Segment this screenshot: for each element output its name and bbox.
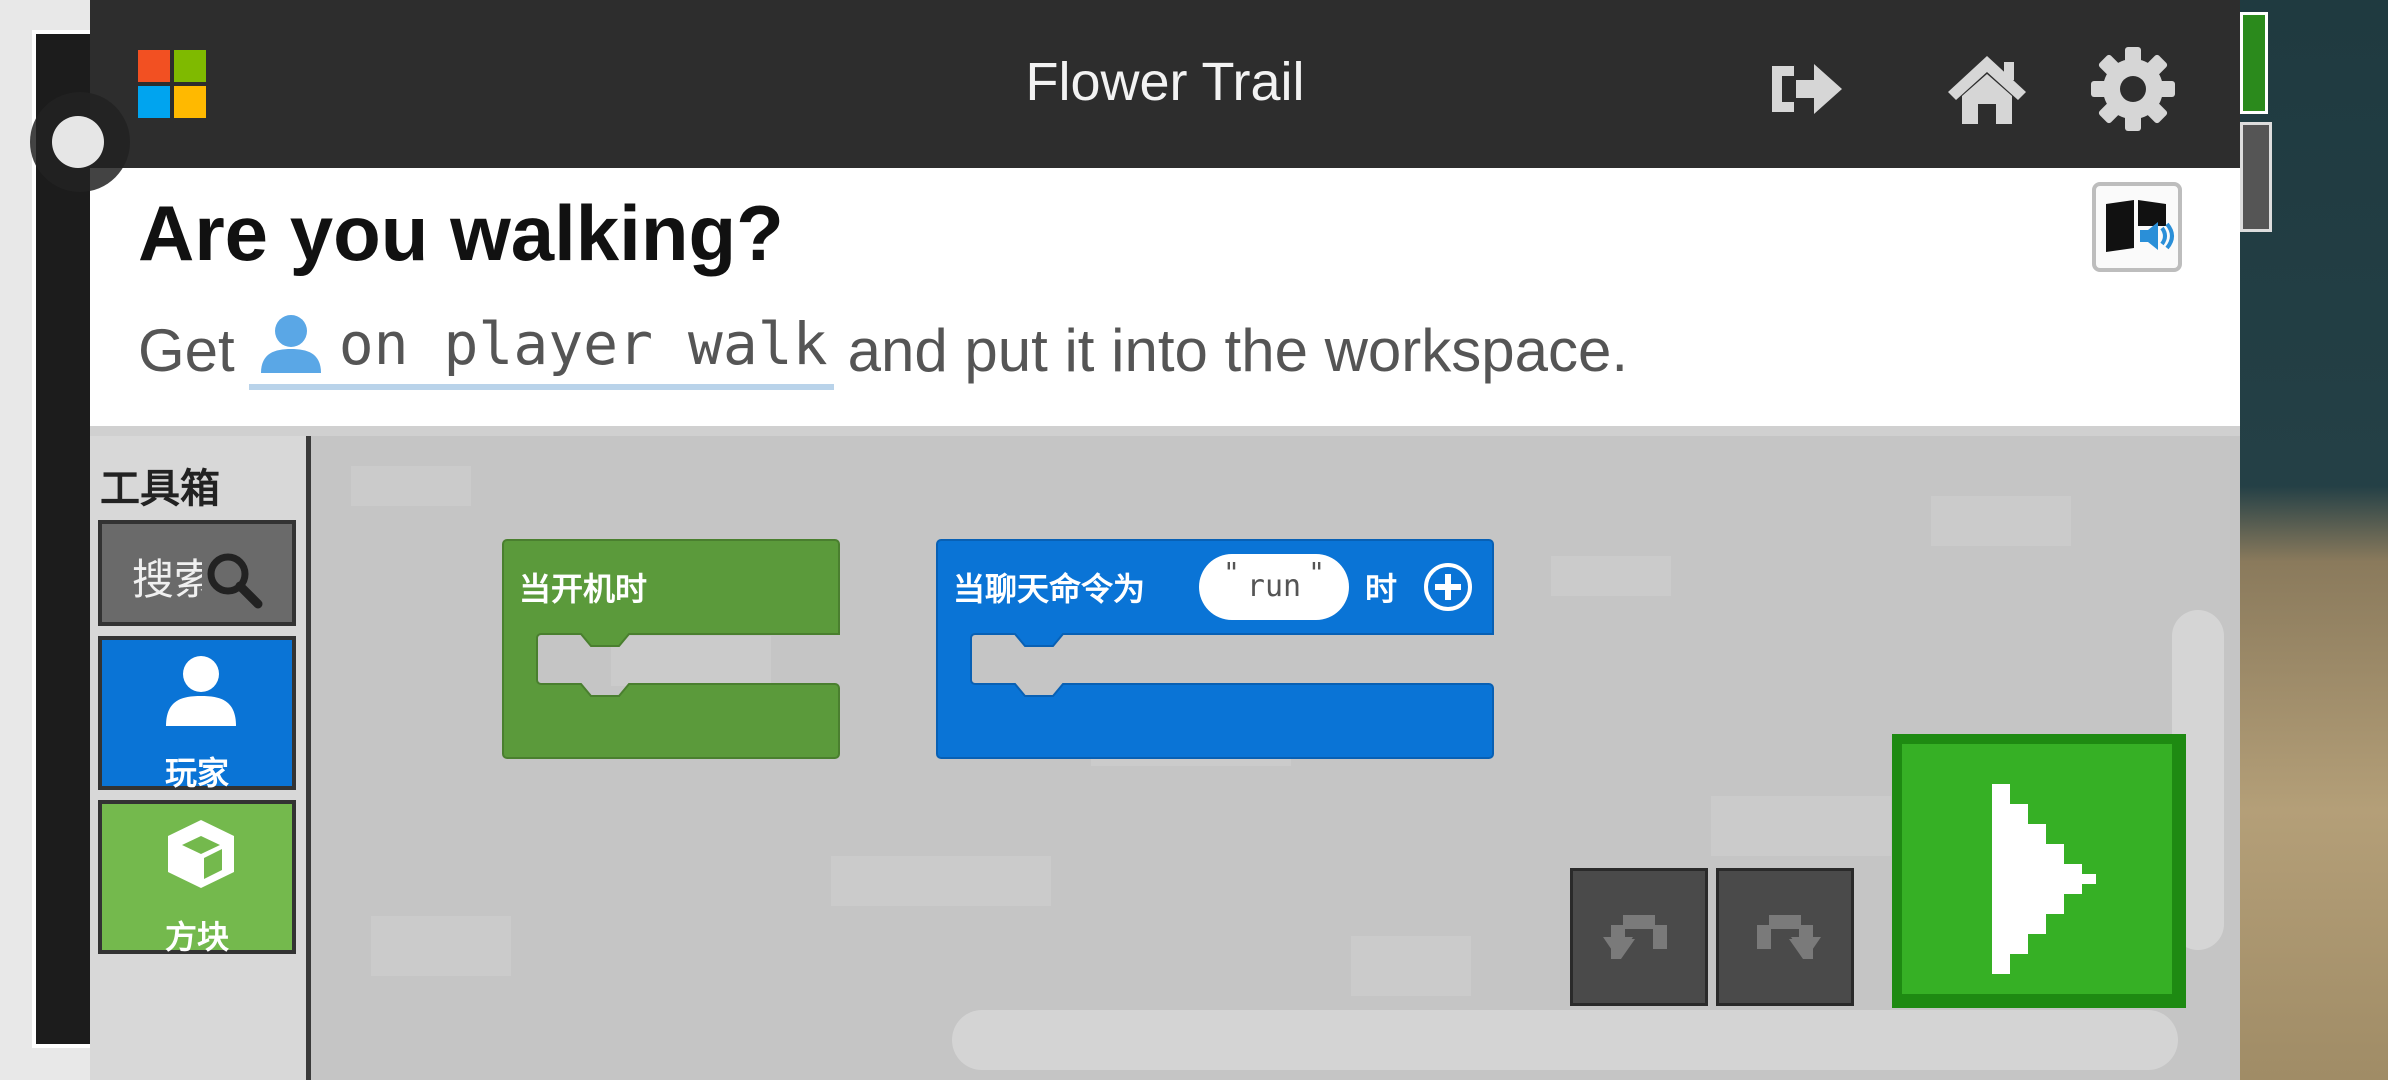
category-label: 玩家 <box>164 754 229 792</box>
gear-icon[interactable] <box>2088 44 2178 134</box>
title-bar: Flower Trail <box>90 0 2240 168</box>
category-blocks[interactable]: 方块 <box>98 800 296 956</box>
game-hud-green <box>2240 12 2268 114</box>
undo-button[interactable] <box>1570 868 1708 1006</box>
toolbox-search-label: 搜索 <box>132 555 202 604</box>
game-hud-box <box>2240 122 2272 232</box>
app-title: Flower Trail <box>1025 52 1305 112</box>
cube-icon <box>168 820 234 888</box>
chat-command-suffix: 时 <box>1365 570 1398 608</box>
on-chat-command-block[interactable]: 当聊天命令为 " run " 时 <box>935 538 1495 760</box>
search-icon <box>207 553 263 609</box>
book-speaker-icon <box>2106 200 2174 252</box>
undo-icon <box>1603 915 1667 959</box>
run-button[interactable] <box>1892 734 2186 1008</box>
toolbox-title: 工具箱 <box>100 466 220 512</box>
panel-handle[interactable] <box>52 116 104 168</box>
category-label: 方块 <box>164 918 229 956</box>
redo-icon <box>1757 915 1821 959</box>
play-icon <box>1992 784 2096 974</box>
code-chip-label: on player walk <box>338 310 828 378</box>
instruction-prefix: Get <box>138 316 235 384</box>
exit-icon[interactable] <box>1762 44 1852 134</box>
chat-command-label: 当聊天命令为 <box>953 570 1146 608</box>
toolbox-search[interactable]: 搜索 <box>98 520 296 626</box>
category-player[interactable]: 玩家 <box>98 636 296 792</box>
command-value-input[interactable]: " run " <box>1199 554 1349 620</box>
redo-button[interactable] <box>1716 868 1854 1006</box>
player-icon <box>166 656 236 726</box>
run-button-face <box>1902 744 2172 994</box>
player-icon <box>260 315 321 373</box>
home-icon[interactable] <box>1942 44 2032 134</box>
read-aloud-button[interactable] <box>2092 182 2182 272</box>
add-parameter-icon[interactable] <box>1423 562 1473 612</box>
instruction-panel: Are you walking? Get on player walk and … <box>90 168 2240 436</box>
horizontal-scrollbar[interactable] <box>952 1010 2178 1070</box>
code-builder-window: Flower Trail Are you walking? Get on pla… <box>90 0 2240 1080</box>
on-start-block[interactable]: 当开机时 <box>501 538 841 760</box>
command-value: run <box>1246 569 1302 604</box>
quote-close: " <box>1308 556 1325 589</box>
on-start-label: 当开机时 <box>519 570 648 608</box>
instruction-heading: Are you walking? <box>138 189 784 277</box>
instruction-text: Get on player walk and put it into the w… <box>138 310 1628 390</box>
toolbox: 工具箱 搜索 玩家 方块 <box>90 436 311 1080</box>
quote-open: " <box>1223 556 1240 589</box>
instruction-suffix: and put it into the workspace. <box>847 316 1629 384</box>
code-chip[interactable]: on player walk <box>248 310 834 390</box>
